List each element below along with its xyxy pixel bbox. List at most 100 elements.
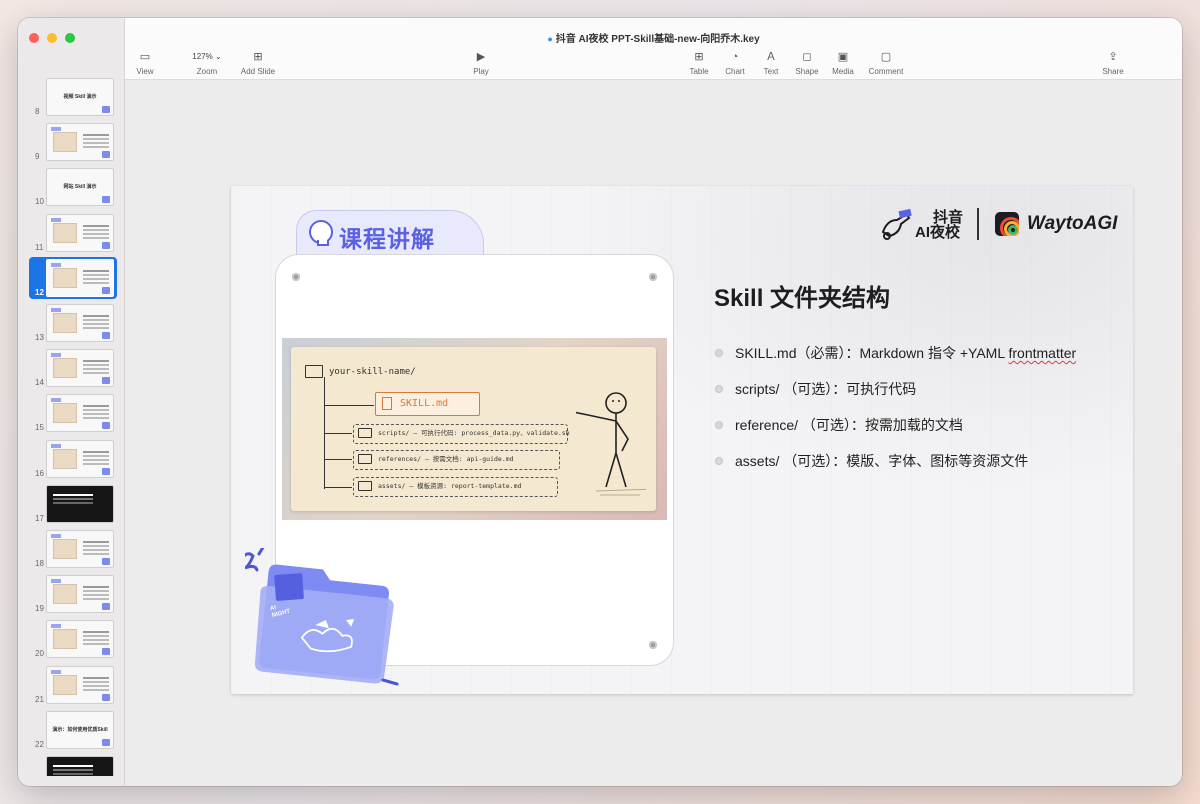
shape-icon: ◻ [802, 51, 812, 63]
brand-line-1: 抖音 [933, 209, 964, 226]
slide-number: 20 [35, 649, 44, 659]
slide-thumbnail[interactable]: 网站 Skill 演示 [46, 168, 114, 207]
chart-button[interactable]: ◔ Chart [722, 50, 748, 76]
diagram-row-assets: assets/ — 模板资源: report-template.md [353, 477, 558, 497]
slide-thumbnail-row[interactable]: 12 [29, 256, 117, 299]
thumbnail-image [53, 222, 77, 243]
folder-structure-image[interactable]: your-skill-name/ SKILL.md scripts/ — 可执行… [282, 338, 667, 520]
slide-thumbnail-row[interactable]: 20 [18, 618, 125, 660]
slide-thumbnail-row[interactable]: 11 [18, 212, 125, 254]
shape-button[interactable]: ◻ Shape [792, 50, 822, 76]
table-icon: ⊞ [694, 51, 704, 63]
table-label: Table [689, 67, 709, 76]
slide-thumbnail[interactable] [46, 394, 114, 433]
document-title-text: 抖音 AI夜校 PPT-Skill基础-new-向阳乔木.key [555, 34, 760, 45]
media-button[interactable]: ▣ Media [829, 50, 857, 76]
bullet-item[interactable]: scripts/ （可选）：可执行代码 [715, 380, 1125, 398]
bullet-desc: 按需加载的文档 [864, 417, 963, 433]
thumbnail-text-lines [83, 541, 109, 543]
slide-thumbnail-row[interactable]: 10 网站 Skill 演示 [18, 166, 125, 208]
slide-thumbnail-row[interactable]: 18 [18, 528, 125, 570]
table-button[interactable]: ⊞ Table [686, 50, 712, 76]
slide-thumbnail[interactable] [46, 349, 114, 388]
slide-thumbnail[interactable]: 演示：如何使用优质Skill [46, 710, 114, 749]
zoom-control[interactable]: 127% ⌄ Zoom [183, 50, 231, 76]
comment-button[interactable]: ▢ Comment [866, 50, 906, 76]
slide-thumbnail[interactable] [46, 258, 114, 297]
share-button[interactable]: ⇪ Share [1099, 50, 1127, 76]
pin-icon [649, 641, 657, 649]
slide-heading[interactable]: Skill 文件夹结构 [714, 278, 890, 313]
folder-icon [102, 422, 110, 430]
waytoagi-wordmark: WaytoAGI [1027, 213, 1118, 234]
slide-thumbnail[interactable] [46, 304, 114, 342]
thumbnail-logo [51, 127, 61, 132]
bullet-item[interactable]: assets/ （可选）：模版、字体、图标等资源文件 [715, 452, 1125, 470]
slide-thumbnail[interactable] [46, 530, 114, 568]
slide-thumbnail-list[interactable]: 8 视频 Skill 演示 9 10 网站 Skill 演示 11 12 13 14 15 16 17… [18, 76, 125, 776]
slide-thumbnail-row[interactable]: 15 [18, 392, 125, 434]
slide-thumbnail[interactable] [46, 620, 114, 659]
bullet-term: SKILL.md（必需）： [735, 345, 860, 361]
text-button[interactable]: Ａ Text [758, 50, 784, 76]
slide-number: 13 [35, 333, 44, 342]
bullet-item[interactable]: reference/ （可选）：按需加载的文档 [715, 416, 1125, 434]
pin-icon [292, 273, 300, 281]
chevron-down-icon: ⌄ [215, 52, 222, 61]
view-button[interactable]: ▭ View [133, 50, 157, 76]
slide-number: 15 [35, 423, 44, 433]
thumbnail-title: 视频 Skill 演示 [63, 94, 97, 100]
current-slide[interactable]: 抖音 AI夜校 WaytoAGI 课程讲解 your-skill-name/ S… [231, 186, 1133, 694]
play-button[interactable]: ▶ Play [468, 50, 494, 76]
slide-thumbnail[interactable] [46, 484, 114, 523]
slide-thumbnail-row[interactable]: 8 视频 Skill 演示 [18, 76, 125, 118]
root-folder-name: your-skill-name/ [329, 367, 416, 377]
slide-thumbnail-row[interactable]: 13 [18, 302, 125, 344]
play-label: Play [473, 67, 489, 76]
slide-thumbnail-row[interactable]: 22 演示：如何使用优质Skill [18, 709, 125, 751]
toolbar: ● 抖音 AI夜校 PPT-Skill基础-new-向阳乔木.key ▭ View… [125, 18, 1182, 80]
slide-thumbnail[interactable] [46, 575, 114, 614]
slide-thumbnail-row[interactable]: 19 [18, 573, 125, 615]
bullet-list[interactable]: SKILL.md（必需）：Markdown 指令 +YAML frontmatt… [715, 344, 1125, 488]
add-slide-button[interactable]: ⊞ Add Slide [237, 50, 279, 76]
folder-icon [358, 454, 372, 464]
slide-thumbnail-row[interactable]: 23 [18, 754, 125, 776]
slide-number: 14 [35, 378, 44, 388]
bullet-item[interactable]: SKILL.md（必需）：Markdown 指令 +YAML frontmatt… [715, 344, 1125, 362]
slide-thumbnail[interactable] [46, 756, 114, 776]
slide-thumbnail[interactable] [46, 123, 114, 162]
slide-thumbnail-row[interactable]: 14 [18, 347, 125, 389]
folder-icon [102, 603, 110, 611]
close-window-button[interactable] [29, 33, 39, 43]
folder-icon [102, 151, 110, 159]
slide-number: 18 [35, 559, 44, 568]
slide-thumbnail-row[interactable]: 21 [18, 664, 125, 706]
slide-number: 16 [35, 468, 44, 478]
slide-thumbnail[interactable] [46, 213, 114, 252]
minimize-window-button[interactable] [47, 33, 57, 43]
thumbnail-title: 演示：如何使用优质Skill [52, 726, 108, 733]
text-label: Text [763, 67, 779, 76]
thumbnail-text-lines [83, 315, 109, 317]
spellcheck-flagged-word[interactable]: frontmatter [1008, 345, 1076, 361]
comment-label: Comment [868, 67, 904, 76]
slide-thumbnail-row[interactable]: 16 [18, 438, 125, 480]
slide-canvas[interactable]: 抖音 AI夜校 WaytoAGI 课程讲解 your-skill-name/ S… [125, 80, 1182, 786]
slide-thumbnail-row[interactable]: 9 [18, 121, 125, 163]
view-label: View [136, 67, 154, 76]
folder-mascot-icon [245, 548, 399, 686]
folder-icon [102, 332, 110, 339]
douyin-ai-night-logo: 抖音 AI夜校 [879, 208, 963, 242]
slide-thumbnail[interactable]: 视频 Skill 演示 [46, 78, 114, 116]
thumbnail-image [53, 539, 77, 559]
slide-thumbnail-row[interactable]: 17 [18, 483, 125, 525]
fullscreen-window-button[interactable] [65, 33, 75, 43]
media-icon: ▣ [837, 51, 849, 63]
slide-thumbnail[interactable] [46, 665, 114, 704]
zoom-select[interactable]: 127% ⌄ [187, 50, 226, 64]
diagram-skill-file: SKILL.md [375, 392, 480, 416]
bullet-term: assets/ （可选）： [735, 453, 847, 469]
row-text: references/ — 按需文档: api-guide.md [378, 455, 514, 463]
slide-thumbnail[interactable] [46, 439, 114, 478]
